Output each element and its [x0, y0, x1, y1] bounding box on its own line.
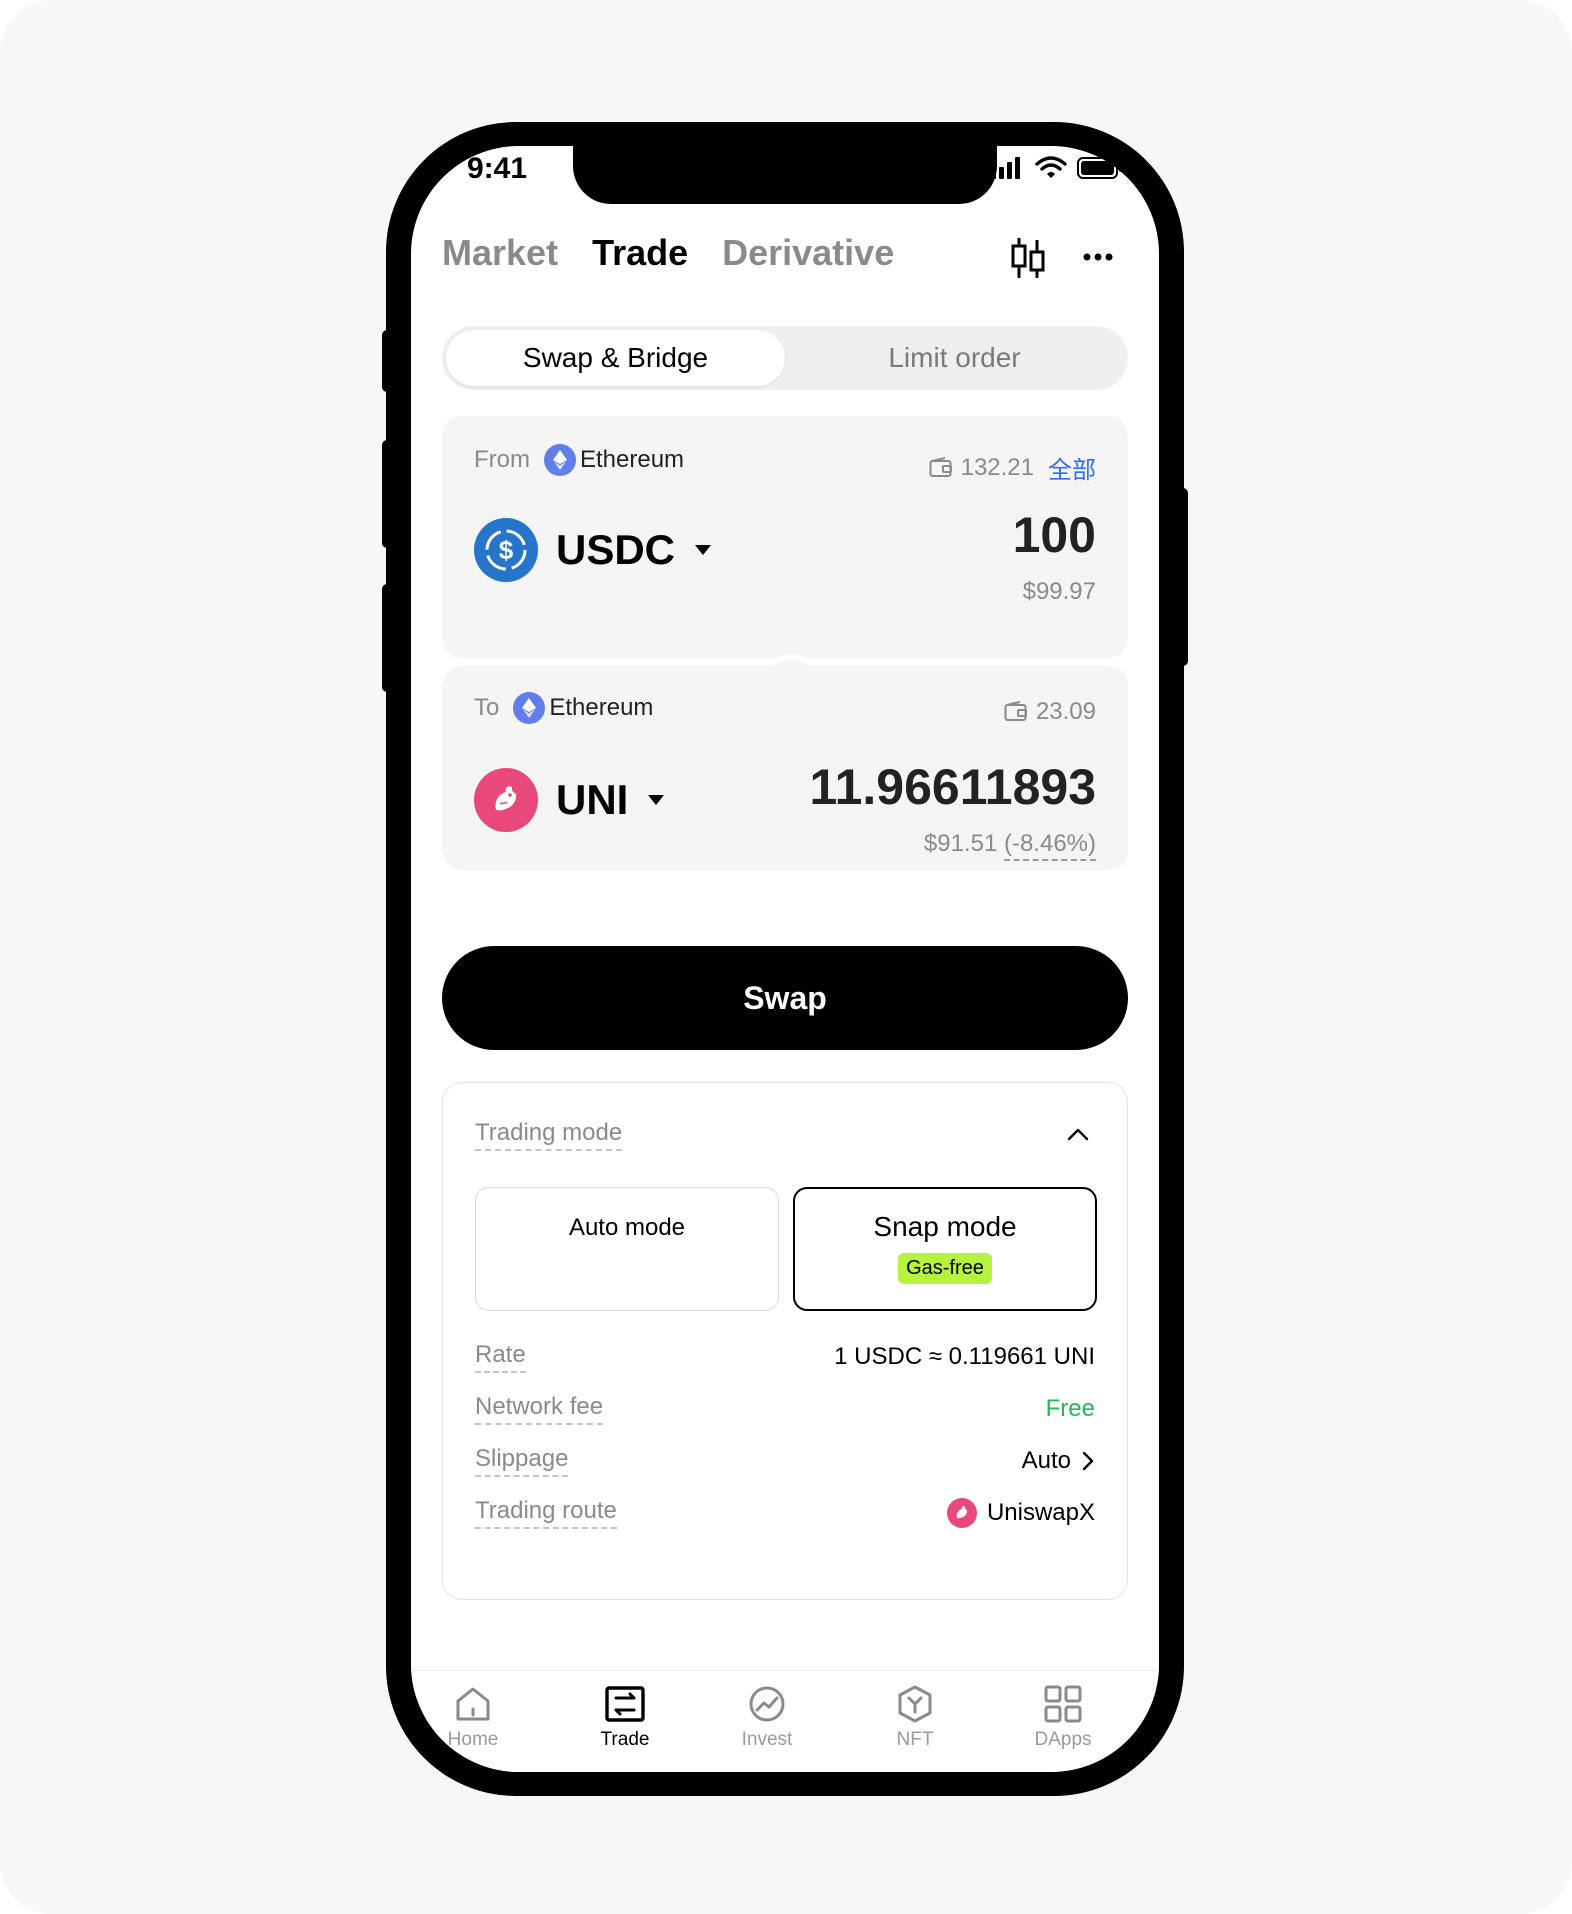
rate-row: Rate 1 USDC ≈ 0.119661 UNI — [475, 1337, 1095, 1377]
slippage-row[interactable]: Slippage Auto — [475, 1441, 1095, 1481]
from-network-name: Ethereum — [580, 446, 685, 473]
auto-mode-option[interactable]: Auto mode — [475, 1187, 779, 1311]
trading-route-value: UniswapX — [946, 1498, 1095, 1528]
to-balance: 23.09 — [1004, 698, 1096, 726]
phone-frame: 9:41 Market Trade Derivative Swap & Brid… — [386, 122, 1184, 1796]
snap-mode-label: Snap mode — [873, 1211, 1017, 1242]
nav-dapps[interactable]: DApps — [1003, 1685, 1123, 1751]
price-impact[interactable]: (-8.46%) — [1003, 830, 1096, 861]
from-amount-input[interactable]: 100 — [1013, 506, 1096, 564]
segment-limit-order[interactable]: Limit order — [785, 330, 1124, 386]
to-amount: 11.96611893 — [809, 759, 1096, 815]
slippage-value[interactable]: Auto — [1022, 1447, 1095, 1475]
nav-trade-label: Trade — [600, 1729, 650, 1750]
status-time: 9:41 — [467, 152, 528, 185]
from-usd-value: $99.97 — [1022, 578, 1096, 605]
invest-icon — [749, 1686, 785, 1722]
to-network-name: Ethereum — [549, 694, 654, 721]
signal-icon — [991, 157, 1020, 179]
more-icon[interactable] — [1083, 252, 1113, 262]
segment-swap-bridge[interactable]: Swap & Bridge — [446, 330, 785, 386]
trading-mode-label[interactable]: Trading mode — [475, 1119, 623, 1151]
usdc-icon: $ — [474, 518, 538, 582]
gas-free-badge: Gas-free — [898, 1253, 992, 1284]
rate-value: 1 USDC ≈ 0.119661 UNI — [834, 1343, 1095, 1370]
to-usd-amount: $91.51 — [923, 830, 998, 857]
nav-invest-label: Invest — [741, 1729, 793, 1750]
wallet-icon — [1004, 701, 1027, 721]
from-card: From Ethereum 132.21 全部 $ USDC 100 $99.9… — [442, 416, 1128, 658]
top-tabs: Market Trade Derivative — [442, 232, 894, 274]
to-token-symbol: UNI — [556, 776, 629, 823]
chevron-up-icon[interactable] — [1067, 1127, 1089, 1141]
network-fee-value: Free — [1045, 1395, 1095, 1422]
battery-icon — [1077, 157, 1122, 179]
nav-trade[interactable]: Trade — [565, 1685, 685, 1751]
tab-trade[interactable]: Trade — [592, 232, 688, 274]
to-card: To Ethereum 23.09 UNI 11.96611893 $91.51… — [442, 666, 1128, 870]
dapps-grid-icon — [1044, 1685, 1082, 1723]
slippage-value-text: Auto — [1021, 1447, 1071, 1474]
from-token-symbol: USDC — [556, 526, 676, 573]
to-token-selector[interactable]: UNI — [474, 768, 665, 832]
auto-mode-label: Auto mode — [568, 1214, 686, 1241]
trading-panel: Trading mode Auto mode Snap mode Gas-fre… — [442, 1082, 1128, 1600]
chevron-down-icon — [695, 545, 712, 555]
wifi-icon — [1035, 156, 1067, 178]
candlestick-chart-icon[interactable] — [1011, 236, 1045, 280]
tab-market[interactable]: Market — [442, 232, 558, 274]
bottom-nav: Home Trade Invest NFT DApps — [411, 1670, 1159, 1772]
nav-nft-label: NFT — [896, 1729, 934, 1750]
network-fee-row: Network fee Free — [475, 1389, 1095, 1429]
phone-screen: 9:41 Market Trade Derivative Swap & Brid… — [411, 146, 1159, 1772]
from-balance: 132.21 全部 — [929, 450, 1096, 485]
from-label: From — [474, 446, 530, 473]
to-label: To — [474, 694, 500, 721]
nav-dapps-label: DApps — [1034, 1729, 1092, 1750]
to-network-row[interactable]: To Ethereum — [474, 692, 653, 724]
slippage-label[interactable]: Slippage — [475, 1445, 569, 1477]
swap-type-segment: Swap & Bridge Limit order — [442, 326, 1128, 390]
network-fee-label[interactable]: Network fee — [475, 1393, 604, 1425]
svg-text:$: $ — [499, 535, 514, 565]
from-token-selector[interactable]: $ USDC — [474, 518, 712, 582]
uniswapx-icon — [946, 1498, 977, 1528]
rate-label[interactable]: Rate — [475, 1341, 526, 1373]
wallet-icon — [929, 456, 952, 477]
trading-route-row: Trading route UniswapX — [475, 1493, 1095, 1533]
swap-button[interactable]: Swap — [442, 946, 1128, 1050]
ethereum-icon — [544, 444, 576, 476]
tab-derivative[interactable]: Derivative — [722, 232, 894, 274]
trading-route-label[interactable]: Trading route — [475, 1497, 617, 1529]
max-button[interactable]: 全部 — [1048, 450, 1096, 485]
nav-home[interactable]: Home — [413, 1685, 533, 1751]
notch — [573, 146, 997, 204]
snap-mode-option[interactable]: Snap mode Gas-free — [793, 1187, 1097, 1311]
to-balance-value: 23.09 — [1035, 698, 1096, 725]
chevron-down-icon — [648, 795, 665, 805]
status-icons — [991, 156, 1123, 180]
home-icon — [456, 1687, 490, 1721]
nav-nft[interactable]: NFT — [855, 1685, 975, 1751]
nav-home-label: Home — [447, 1729, 499, 1750]
trade-icon — [605, 1686, 645, 1722]
ethereum-icon — [513, 692, 546, 724]
from-balance-value: 132.21 — [960, 453, 1034, 481]
background: 9:41 Market Trade Derivative Swap & Brid… — [0, 0, 1572, 1914]
nft-icon — [898, 1685, 932, 1723]
trading-route-name: UniswapX — [986, 1499, 1095, 1526]
to-usd-value: $91.51 (-8.46%) — [923, 830, 1096, 861]
chevron-right-icon — [1082, 1451, 1094, 1471]
uniswap-icon — [474, 768, 538, 832]
nav-invest[interactable]: Invest — [707, 1685, 827, 1751]
from-network-row[interactable]: From Ethereum — [474, 444, 684, 476]
